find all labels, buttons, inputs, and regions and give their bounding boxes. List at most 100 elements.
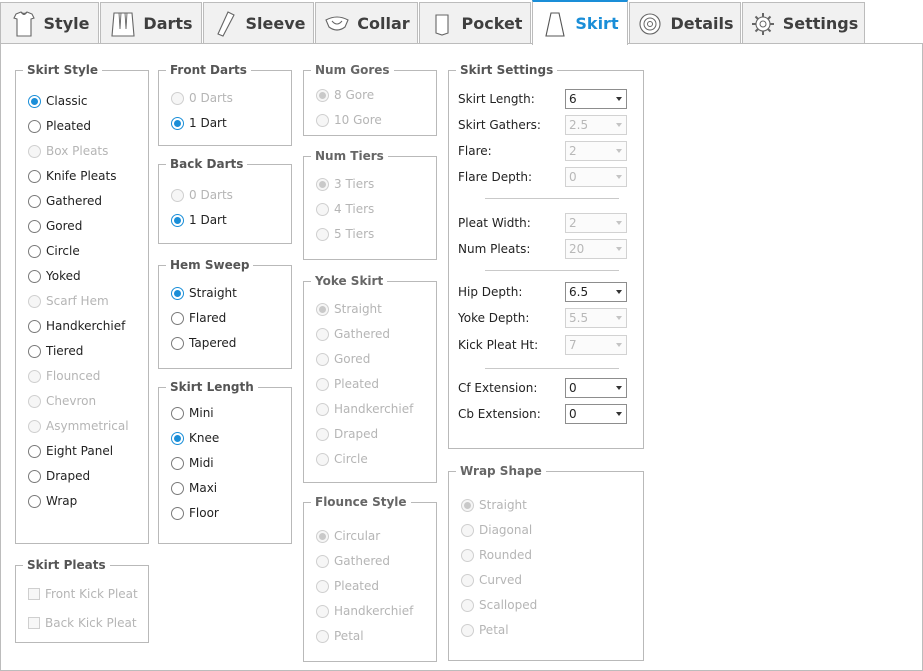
skirt-style-option-draped[interactable]: Draped [28, 468, 90, 484]
radio-button[interactable] [28, 369, 41, 383]
kick-pleat-ht-dropdown[interactable]: 7 [565, 335, 627, 355]
radio-button[interactable] [171, 336, 184, 350]
radio-button[interactable] [171, 213, 184, 227]
hem-sweep-option-flared[interactable]: Flared [171, 310, 226, 326]
radio-button[interactable] [316, 377, 329, 391]
tab-collar[interactable]: Collar [315, 2, 418, 44]
radio-button[interactable] [28, 469, 41, 483]
radio-button[interactable] [316, 327, 329, 341]
flare-dropdown[interactable]: 2 [565, 141, 627, 161]
skirt-style-option-classic[interactable]: Classic [28, 93, 88, 109]
skirt-length-option-knee[interactable]: Knee [171, 430, 219, 446]
yoke-skirt-option-handkerchief[interactable]: Handkerchief [316, 401, 413, 417]
radio-button[interactable] [28, 144, 41, 158]
flounce-style-option-gathered[interactable]: Gathered [316, 553, 390, 569]
hem-sweep-option-straight[interactable]: Straight [171, 285, 237, 301]
yoke-skirt-option-gored[interactable]: Gored [316, 351, 370, 367]
radio-button[interactable] [316, 177, 329, 191]
flounce-style-option-pleated[interactable]: Pleated [316, 578, 379, 594]
radio-button[interactable] [171, 506, 184, 520]
num-gores-option-10-gore[interactable]: 10 Gore [316, 112, 382, 128]
radio-button[interactable] [461, 548, 474, 562]
radio-button[interactable] [461, 598, 474, 612]
radio-button[interactable] [171, 431, 184, 445]
tab-darts[interactable]: Darts [100, 2, 202, 44]
yoke-skirt-option-gathered[interactable]: Gathered [316, 326, 390, 342]
tab-pocket[interactable]: Pocket [419, 2, 531, 44]
radio-button[interactable] [28, 269, 41, 283]
radio-button[interactable] [316, 302, 329, 316]
radio-button[interactable] [171, 481, 184, 495]
radio-button[interactable] [28, 94, 41, 108]
front-darts-option-1-dart[interactable]: 1 Dart [171, 115, 227, 131]
num-gores-option-8-gore[interactable]: 8 Gore [316, 87, 374, 103]
radio-button[interactable] [461, 573, 474, 587]
radio-button[interactable] [28, 419, 41, 433]
radio-button[interactable] [28, 319, 41, 333]
pleat-width-dropdown[interactable]: 2 [565, 213, 627, 233]
radio-button[interactable] [461, 523, 474, 537]
tab-settings[interactable]: Settings [742, 2, 865, 44]
radio-button[interactable] [28, 119, 41, 133]
radio-button[interactable] [316, 452, 329, 466]
radio-button[interactable] [316, 579, 329, 593]
radio-button[interactable] [316, 427, 329, 441]
radio-button[interactable] [316, 402, 329, 416]
flare-depth-dropdown[interactable]: 0 [565, 167, 627, 187]
skirt-style-option-scarf-hem[interactable]: Scarf Hem [28, 293, 109, 309]
skirt-style-option-pleated[interactable]: Pleated [28, 118, 91, 134]
cb-extension-dropdown[interactable]: 0 [565, 404, 627, 424]
yoke-skirt-option-circle[interactable]: Circle [316, 451, 368, 467]
skirt-length-dropdown[interactable]: 6 [565, 89, 627, 109]
back-darts-option-0-darts[interactable]: 0 Darts [171, 187, 233, 203]
radio-button[interactable] [316, 529, 329, 543]
hip-depth-dropdown[interactable]: 6.5 [565, 282, 627, 302]
skirt-length-option-floor[interactable]: Floor [171, 505, 219, 521]
flounce-style-option-circular[interactable]: Circular [316, 528, 380, 544]
back-kick-pleat-checkbox[interactable]: Back Kick Pleat [28, 615, 137, 631]
radio-button[interactable] [316, 88, 329, 102]
yoke-skirt-option-draped[interactable]: Draped [316, 426, 378, 442]
radio-button[interactable] [28, 494, 41, 508]
radio-button[interactable] [316, 202, 329, 216]
cf-extension-dropdown[interactable]: 0 [565, 378, 627, 398]
skirt-length-option-maxi[interactable]: Maxi [171, 480, 217, 496]
radio-button[interactable] [316, 113, 329, 127]
skirt-style-option-asymmetrical[interactable]: Asymmetrical [28, 418, 129, 434]
radio-button[interactable] [171, 91, 184, 105]
yoke-skirt-option-pleated[interactable]: Pleated [316, 376, 379, 392]
radio-button[interactable] [316, 227, 329, 241]
front-kick-pleat-checkbox[interactable]: Front Kick Pleat [28, 586, 138, 602]
tab-details[interactable]: Details [629, 2, 741, 44]
radio-button[interactable] [461, 498, 474, 512]
tab-skirt[interactable]: Skirt [532, 0, 628, 45]
back-darts-option-1-dart[interactable]: 1 Dart [171, 212, 227, 228]
front-darts-option-0-darts[interactable]: 0 Darts [171, 90, 233, 106]
skirt-style-option-yoked[interactable]: Yoked [28, 268, 81, 284]
wrap-shape-option-straight[interactable]: Straight [461, 497, 527, 513]
radio-button[interactable] [171, 116, 184, 130]
radio-button[interactable] [28, 169, 41, 183]
skirt-gathers-dropdown[interactable]: 2.5 [565, 115, 627, 135]
num-pleats-dropdown[interactable]: 20 [565, 239, 627, 259]
radio-button[interactable] [28, 244, 41, 258]
num-tiers-option-4-tiers[interactable]: 4 Tiers [316, 201, 374, 217]
radio-button[interactable] [28, 219, 41, 233]
flounce-style-option-handkerchief[interactable]: Handkerchief [316, 603, 413, 619]
radio-button[interactable] [461, 623, 474, 637]
radio-button[interactable] [28, 394, 41, 408]
skirt-length-option-midi[interactable]: Midi [171, 455, 214, 471]
skirt-style-option-tiered[interactable]: Tiered [28, 343, 83, 359]
wrap-shape-option-curved[interactable]: Curved [461, 572, 522, 588]
tab-style[interactable]: Style [0, 2, 99, 44]
radio-button[interactable] [28, 294, 41, 308]
wrap-shape-option-diagonal[interactable]: Diagonal [461, 522, 532, 538]
skirt-style-option-box-pleats[interactable]: Box Pleats [28, 143, 108, 159]
hem-sweep-option-tapered[interactable]: Tapered [171, 335, 236, 351]
skirt-style-option-chevron[interactable]: Chevron [28, 393, 96, 409]
skirt-style-option-eight-panel[interactable]: Eight Panel [28, 443, 113, 459]
radio-button[interactable] [171, 406, 184, 420]
radio-button[interactable] [171, 456, 184, 470]
skirt-style-option-gored[interactable]: Gored [28, 218, 82, 234]
skirt-style-option-flounced[interactable]: Flounced [28, 368, 100, 384]
